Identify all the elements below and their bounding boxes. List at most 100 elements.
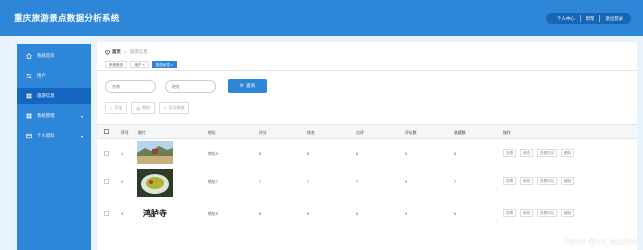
sidebar-item-label: 旅游信息 [37, 93, 55, 98]
tab-home[interactable]: 系统首页 [105, 61, 128, 68]
delete-row-button[interactable]: 删除 [561, 177, 575, 185]
table-row: 2 地址7 7 7 7 0 7 查看 修改 查看评论 删除 [97, 167, 637, 199]
add-button[interactable]: + 添加 [105, 102, 128, 114]
top-header: 重庆旅游景点数据分析系统 个人中心 帮帮 退出登录 [0, 0, 643, 36]
export-label: 导出数据 [168, 105, 185, 110]
edit-button[interactable]: 修改 [520, 209, 534, 217]
main-content: 首页 / 旅游信息 系统首页 用户 × 旅游信息 × ⟳ 查询 +添加 ▥删除 … [97, 42, 637, 250]
chevron-down-icon: ▾ [80, 134, 83, 139]
grid-icon [26, 113, 32, 119]
cell-comment-count: 0 [405, 179, 408, 184]
table-row: 3 鸿胪寺 地址5 8 6 6 0 6 查看 修改 查看评论 删除 [97, 199, 637, 227]
table-row: 1 地址9 8 8 6 0 6 查看 修改 查看评论 删除 [97, 139, 637, 167]
chevron-down-icon: ▾ [80, 114, 83, 119]
name-search-input[interactable] [105, 80, 156, 93]
breadcrumb-separator: / [124, 49, 127, 55]
sidebar-item-home[interactable]: 系统首页 [17, 48, 91, 64]
address-search-input[interactable] [165, 80, 216, 93]
sidebar-item-label: 系统首页 [37, 53, 55, 58]
action-bar: + 添加 ▥ 删除 ≡ 导出数据 [105, 102, 193, 114]
cell-rank: 7 [307, 179, 310, 184]
edit-button[interactable]: 修改 [520, 149, 534, 157]
edit-button[interactable]: 修改 [520, 177, 534, 185]
calligraphy-thumbnail[interactable]: 鸿胪寺 [137, 205, 173, 221]
tab-label: 用户 [134, 63, 142, 67]
query-button-label: 查询 [246, 83, 256, 88]
query-button[interactable]: ⟳ 查询 [228, 79, 267, 93]
view-button[interactable]: 查看 [503, 149, 517, 157]
home-icon [26, 53, 32, 59]
plus-icon: + [110, 105, 113, 111]
personal-center-link[interactable]: 个人中心 [552, 13, 580, 24]
cell-review: 7 [356, 179, 359, 184]
sidebar-item-users[interactable]: 用户 [17, 68, 91, 84]
cell-review: 6 [356, 151, 359, 156]
cell-address: 地址5 [208, 211, 218, 216]
sidebar-item-label: 用户 [37, 73, 46, 78]
tab-label: 旅游信息 [155, 63, 171, 67]
delete-row-button[interactable]: 删除 [561, 209, 575, 217]
breadcrumb-current: 旅游信息 [130, 49, 148, 54]
delete-row-button[interactable]: 删除 [561, 149, 575, 157]
row-checkbox[interactable] [104, 211, 109, 216]
col-operations: 操作 [503, 130, 511, 135]
card-icon [26, 133, 32, 139]
row-checkbox[interactable] [104, 151, 109, 156]
app-title: 重庆旅游景点数据分析系统 [14, 13, 120, 23]
view-button[interactable]: 查看 [503, 209, 517, 217]
col-fav-count: 收藏数 [454, 130, 466, 135]
col-comment-count: 评论数 [405, 130, 417, 135]
view-button[interactable]: 查看 [503, 177, 517, 185]
cell-address: 地址7 [208, 179, 218, 184]
cell-review: 6 [356, 211, 359, 216]
view-comments-button[interactable]: 查看评论 [537, 177, 558, 185]
cell-index: 1 [121, 151, 124, 156]
cell-rank: 6 [307, 211, 310, 216]
data-table: 序号 图片 地址 评分 排名 点评 评论数 收藏数 操作 1 地址9 8 8 6… [97, 124, 637, 227]
cell-index: 2 [121, 179, 124, 184]
divider [97, 70, 637, 71]
sidebar-item-system-management[interactable]: 系统管理 ▾ [17, 108, 91, 124]
food-thumbnail[interactable] [137, 169, 173, 197]
tab-users[interactable]: 用户 × [130, 61, 149, 68]
tab-travel-info[interactable]: 旅游信息 × [151, 61, 178, 68]
tab-bar: 系统首页 用户 × 旅游信息 × [105, 61, 180, 68]
breadcrumb: 首页 / 旅游信息 [105, 49, 148, 55]
col-rank: 排名 [307, 130, 315, 135]
delete-label: 删除 [142, 105, 151, 110]
col-index: 序号 [121, 130, 129, 135]
sliders-icon [26, 74, 32, 78]
close-icon[interactable]: × [143, 63, 145, 67]
help-link[interactable]: 帮帮 [581, 13, 600, 24]
sidebar: 系统首页 用户 旅游信息 系统管理 ▾ 个人资料 ▾ [17, 44, 91, 250]
row-checkbox[interactable] [104, 179, 109, 184]
grid-icon [26, 93, 32, 99]
heart-icon [105, 49, 110, 55]
header-nav: 个人中心 帮帮 退出登录 [546, 12, 631, 24]
cell-fav-count: 7 [454, 179, 457, 184]
col-image: 图片 [138, 130, 146, 135]
view-comments-button[interactable]: 查看评论 [537, 149, 558, 157]
delete-button[interactable]: ▥ 删除 [131, 102, 156, 114]
select-all-checkbox[interactable] [104, 129, 109, 134]
sidebar-item-travel-info[interactable]: 旅游信息 [17, 88, 91, 104]
close-icon[interactable]: × [171, 63, 173, 67]
logout-link[interactable]: 退出登录 [600, 13, 628, 24]
col-score: 评分 [259, 130, 267, 135]
search-icon: ⟳ [239, 83, 244, 89]
add-label: 添加 [114, 105, 123, 110]
view-comments-button[interactable]: 查看评论 [537, 209, 558, 217]
landscape-thumbnail[interactable] [137, 141, 173, 164]
cell-fav-count: 6 [454, 151, 457, 156]
sidebar-item-profile[interactable]: 个人资料 ▾ [17, 128, 91, 144]
cell-rank: 8 [307, 151, 310, 156]
header-nav-pill: 个人中心 帮帮 退出登录 [546, 12, 631, 24]
export-button[interactable]: ≡ 导出数据 [159, 102, 190, 114]
table-header: 序号 图片 地址 评分 排名 点评 评论数 收藏数 操作 [97, 124, 637, 139]
col-review: 点评 [356, 130, 364, 135]
cell-fav-count: 6 [454, 211, 457, 216]
breadcrumb-home[interactable]: 首页 [112, 49, 121, 55]
cell-index: 3 [121, 211, 124, 216]
trash-icon: ▥ [136, 105, 141, 111]
cell-score: 7 [259, 179, 262, 184]
